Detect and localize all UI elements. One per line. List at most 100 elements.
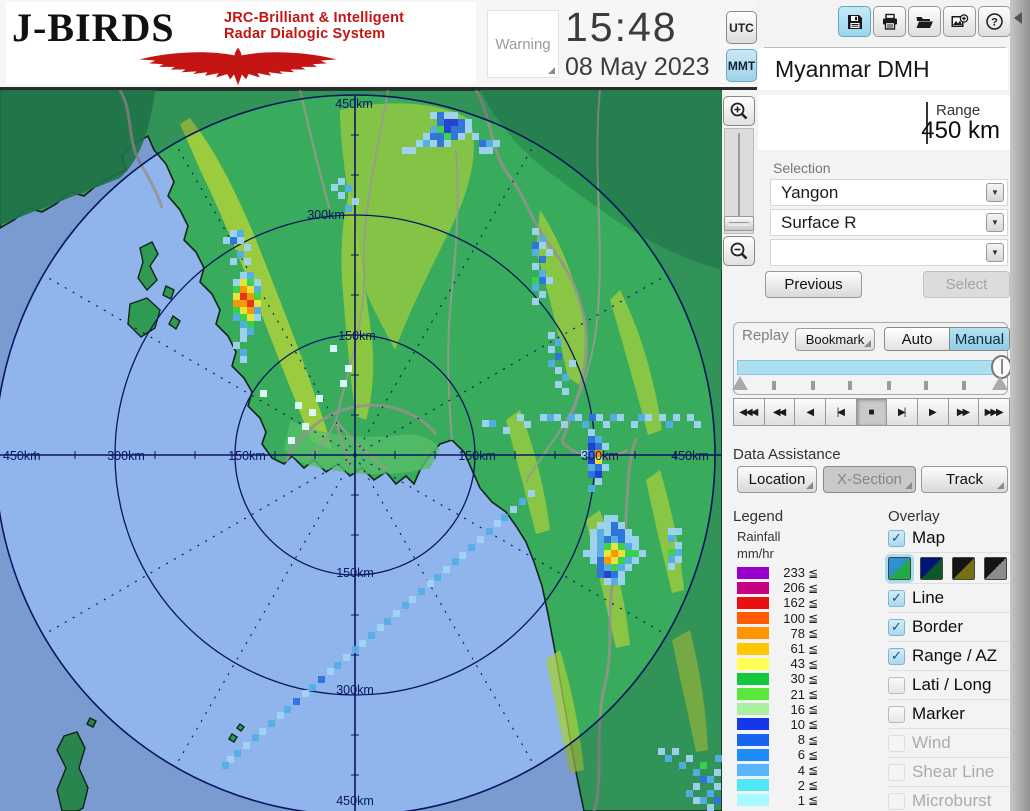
open-folder-button[interactable] [908,6,941,37]
location-button[interactable]: Location [737,466,817,493]
legend-value: 43 [790,656,805,672]
overlay-item-label: Border [912,617,964,636]
bookmark-button[interactable]: Bookmark [795,328,875,351]
radar-map[interactable]: 450km 300km 150km 150km 300km 450km 450k… [0,90,722,811]
map-style-swatches [885,553,1010,584]
manual-button[interactable]: Manual [950,328,1009,350]
playback-button-5[interactable]: ■ [855,398,888,426]
checkbox[interactable]: ✓ [888,589,905,607]
checkbox[interactable]: ✓ [888,529,905,547]
lte-symbol: ≦ [808,702,819,717]
zoom-in-button[interactable] [723,96,755,126]
legend-value: 2 [797,777,805,793]
utc-button[interactable]: UTC [726,11,757,44]
overlay-item-map[interactable]: ✓ Map [888,524,1010,553]
timeline-end-marker[interactable] [992,376,1008,390]
selection-dropdown-1[interactable]: Yangon ▼ [770,179,1008,206]
mmt-button[interactable]: MMT [726,49,757,82]
chevron-down-icon[interactable]: ▼ [986,213,1004,232]
data-assistance-label: Data Assistance [733,446,841,463]
legend-value: 30 [790,671,805,687]
checkbox[interactable]: ✓ [888,618,905,636]
checkbox[interactable] [888,705,905,723]
map-style-2[interactable] [920,556,943,580]
print-button[interactable] [873,6,906,37]
legend-value: 8 [797,732,805,748]
playback-button-8[interactable]: ▶▶ [947,398,980,426]
checkbox[interactable] [888,676,905,694]
checkbox [888,734,905,752]
lte-symbol: ≦ [808,595,819,610]
x-section-button[interactable]: X-Section [823,466,916,493]
zoom-out-button[interactable] [723,236,755,266]
legend-title: Rainfall [737,529,781,544]
overlay-item-border[interactable]: ✓ Border [888,613,1010,642]
map-style-4[interactable] [984,556,1007,580]
timeline-tick [811,381,815,390]
legend-swatch [737,764,769,777]
legend-row: 206 ≦ [737,580,847,595]
svg-text:150km: 150km [336,566,374,580]
overlay-item-range-az[interactable]: ✓ Range / AZ [888,642,1010,671]
legend-row: 6 ≦ [737,747,847,762]
previous-button[interactable]: Previous [765,271,862,298]
lte-symbol: ≦ [808,580,819,595]
legend-row: 4 ≦ [737,762,847,778]
playback-button-4[interactable]: |◀ [825,398,857,426]
add-image-button[interactable] [943,6,976,37]
playback-button-7[interactable]: ▶ [917,398,949,426]
legend-row: 162 ≦ [737,595,847,610]
checkbox [888,763,905,781]
legend-row: 43 ≦ [737,656,847,671]
playback-button-3[interactable]: ◀ [794,398,827,426]
svg-text:450km: 450km [3,449,41,463]
jbirds-logo: J-BIRDS JRC-Brilliant & Intelligent Rada… [6,2,476,86]
lte-symbol: ≦ [808,671,819,686]
overlay-item-label: Line [912,588,945,607]
selection-dropdown-2[interactable]: Surface R ▼ [770,209,1008,236]
zoom-slider-track[interactable] [724,128,754,234]
replay-timeline-slider[interactable] [737,360,1003,375]
overlay-item-label: Microburst [912,791,992,810]
panel-collapse-strip[interactable] [1010,0,1030,811]
lte-symbol: ≦ [808,747,819,762]
select-button[interactable]: Select [923,271,1010,298]
warning-button[interactable]: Warning [487,10,559,78]
map-style-1[interactable] [885,553,914,583]
playback-button-1[interactable]: ◀◀◀ [733,398,765,426]
timeline-start-marker[interactable] [732,376,748,390]
overlay-item-line[interactable]: ✓ Line [888,584,1010,613]
lte-symbol: ≦ [808,687,819,702]
lte-symbol: ≦ [808,611,819,626]
legend-value: 206 [783,580,805,596]
playback-button-6[interactable]: ▶| [886,398,919,426]
legend-swatch [737,672,769,685]
chevron-down-icon[interactable]: ▼ [986,243,1004,262]
save-button[interactable] [838,6,871,37]
help-button[interactable]: ? [978,6,1011,37]
legend-value: 162 [783,595,805,611]
zoom-slider-handle[interactable] [724,216,754,231]
range-value: 450 km [921,117,1000,144]
legend-swatch [737,642,769,655]
playback-button-2[interactable]: ◀◀ [763,398,796,426]
legend-value: 61 [790,641,805,657]
svg-text:300km: 300km [581,449,619,463]
legend-swatch [737,581,769,594]
chevron-down-icon[interactable]: ▼ [986,183,1004,202]
overlay-item-marker[interactable]: Marker [888,700,1010,729]
auto-button[interactable]: Auto [885,328,950,350]
overlay-item-lati-long[interactable]: Lati / Long [888,671,1010,700]
track-button[interactable]: Track [921,466,1008,493]
playback-button-9[interactable]: ▶▶▶ [978,398,1011,426]
selection-dropdown-3[interactable]: ▼ [770,239,1008,266]
legend-swatch [737,657,769,670]
svg-text:150km: 150km [228,449,266,463]
timeline-tick [924,381,928,390]
overlay-item-label: Range / AZ [912,646,998,665]
lte-symbol: ≦ [808,793,819,808]
legend-row: 30 ≦ [737,671,847,686]
checkbox[interactable]: ✓ [888,647,905,665]
overlay-item-label: Marker [912,704,965,723]
map-style-3[interactable] [952,556,975,580]
